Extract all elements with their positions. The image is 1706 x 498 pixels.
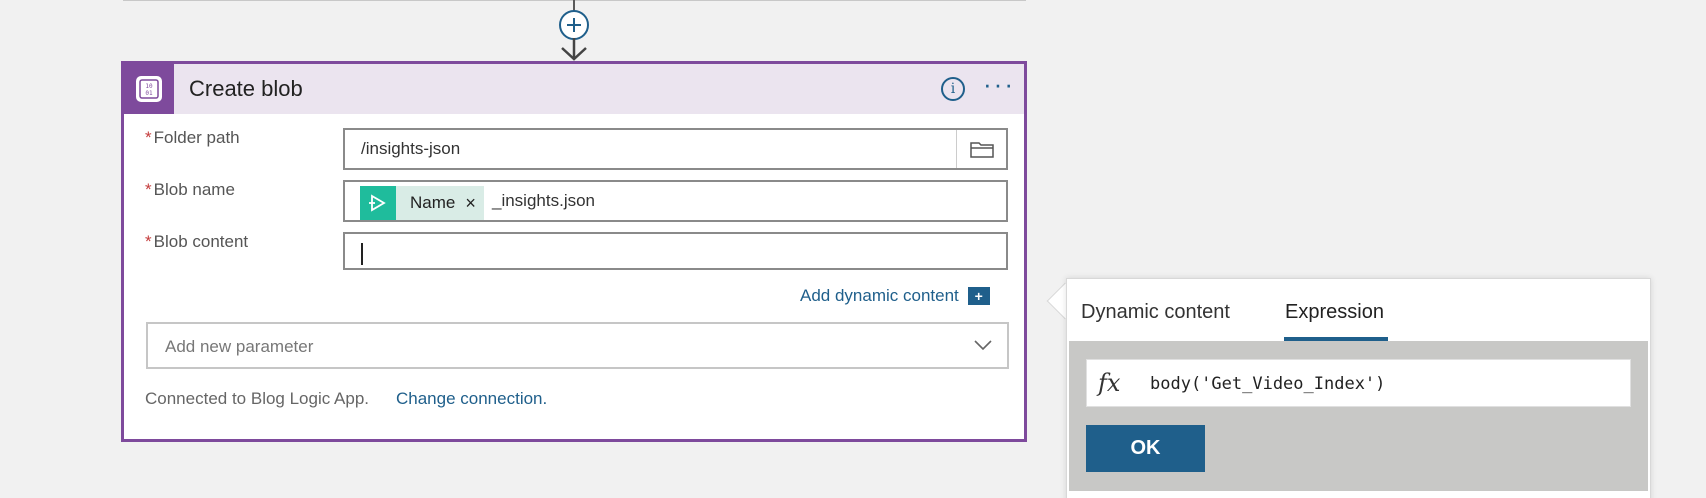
plus-icon <box>567 18 581 32</box>
add-step-button[interactable] <box>559 10 589 40</box>
blob-name-suffix: _insights.json <box>492 191 596 210</box>
add-dynamic-content-link[interactable]: Add dynamic content + <box>800 286 990 306</box>
blob-name-label-text: Blob name <box>153 180 235 199</box>
add-dynamic-content-label: Add dynamic content <box>800 286 959 305</box>
required-mark: * <box>145 180 152 199</box>
blob-storage-icon: 10 01 <box>124 64 174 114</box>
required-mark: * <box>145 232 152 251</box>
expression-input[interactable]: fx body('Get_Video_Index') <box>1086 359 1631 407</box>
tab-dynamic-content[interactable]: Dynamic content <box>1081 301 1230 324</box>
svg-text:10: 10 <box>145 83 153 90</box>
folder-path-label: * Folder path <box>145 128 240 148</box>
add-icon: + <box>967 287 990 305</box>
blob-name-field[interactable]: Name × _insights.json <box>343 180 1008 222</box>
create-blob-card: 10 01 Create blob i ··· * Folder path /in… <box>121 61 1027 442</box>
folder-path-field[interactable]: /insights-json <box>343 128 1008 170</box>
add-new-parameter-dropdown[interactable]: Add new parameter <box>146 322 1009 369</box>
text-caret <box>361 243 363 265</box>
more-options-button[interactable]: ··· <box>983 71 1015 97</box>
blob-content-label: * Blob content <box>145 232 248 252</box>
blob-name-label: * Blob name <box>145 180 235 200</box>
info-button[interactable]: i <box>941 77 965 101</box>
add-new-parameter-placeholder: Add new parameter <box>165 337 314 356</box>
change-connection-link[interactable]: Change connection. <box>396 389 547 409</box>
expression-text: body('Get_Video_Index') <box>1150 374 1386 394</box>
dynamic-token-name[interactable]: Name × <box>360 186 484 220</box>
expression-area: fx body('Get_Video_Index') OK <box>1069 341 1648 491</box>
blob-content-field[interactable] <box>343 232 1008 270</box>
token-label: Name <box>410 193 456 212</box>
trigger-icon <box>360 186 396 220</box>
required-mark: * <box>145 128 152 147</box>
ok-button[interactable]: OK <box>1086 425 1205 472</box>
card-title: Create blob <box>189 76 303 101</box>
svg-text:01: 01 <box>145 90 153 97</box>
connection-status: Connected to Blog Logic App. <box>145 389 369 408</box>
token-remove-button[interactable]: × <box>465 193 484 214</box>
folder-path-value: /insights-json <box>361 139 461 158</box>
chevron-down-icon <box>974 340 992 351</box>
folder-icon <box>969 142 994 158</box>
folder-path-label-text: Folder path <box>153 128 240 147</box>
arrow-down-icon <box>561 38 587 61</box>
card-header[interactable]: 10 01 Create blob i ··· <box>124 64 1024 114</box>
tab-expression[interactable]: Expression <box>1285 301 1384 324</box>
blob-content-label-text: Blob content <box>153 232 249 251</box>
folder-picker-button[interactable] <box>956 130 1006 168</box>
fx-icon: fx <box>1098 369 1121 397</box>
